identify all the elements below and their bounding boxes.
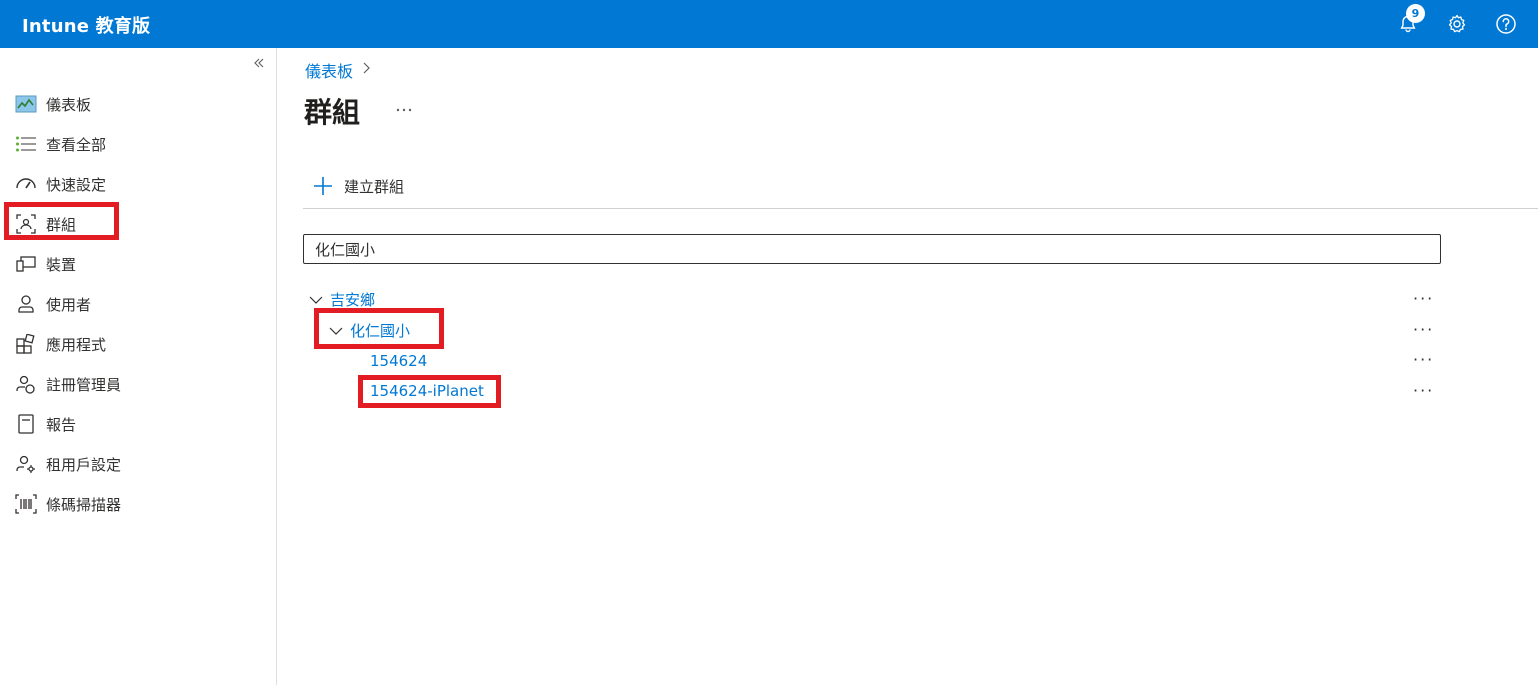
sidebar-item-enrollment-managers[interactable]: 註冊管理員 (14, 371, 254, 397)
create-group-label: 建立群組 (344, 177, 405, 196)
sidebar-item-groups[interactable]: 群組 (14, 211, 254, 237)
group-search-input[interactable] (303, 234, 1441, 264)
tree-node-label[interactable]: 化仁國小 (350, 320, 410, 341)
tenant-settings-icon (14, 452, 38, 476)
sidebar-item-users[interactable]: 使用者 (14, 291, 254, 317)
chevron-down-icon[interactable] (328, 323, 344, 339)
tree-node-label[interactable]: 154624 (370, 352, 427, 370)
tree-node-label[interactable]: 154624-iPlanet (370, 382, 484, 400)
tree-node-label[interactable]: 吉安鄉 (330, 289, 375, 310)
devices-icon (14, 252, 38, 276)
toolbar-divider (303, 208, 1538, 209)
report-icon (14, 412, 38, 436)
sidebar-item-label: 註冊管理員 (46, 375, 122, 394)
tree-node-group-154624-iplanet[interactable]: 154624-iPlanet (370, 382, 484, 400)
page-title: 群組 (304, 96, 361, 129)
sidebar-item-quick-setup[interactable]: 快速設定 (14, 171, 254, 197)
sidebar-item-dashboard[interactable]: 儀表板 (14, 91, 254, 117)
chevron-down-icon[interactable] (308, 292, 324, 308)
sidebar-item-label: 條碼掃描器 (46, 495, 122, 514)
sidebar-item-label: 應用程式 (46, 335, 107, 354)
sidebar-item-view-all[interactable]: 查看全部 (14, 131, 254, 157)
sidebar-item-label: 裝置 (46, 255, 77, 274)
create-group-button[interactable]: 建立群組 (312, 175, 404, 197)
chevron-right-icon (361, 62, 371, 78)
sidebar-item-barcode-scanner[interactable]: 條碼掃描器 (14, 491, 254, 517)
plus-icon (312, 175, 334, 197)
tree-node-group-154624[interactable]: 154624 (370, 352, 427, 370)
sidebar-item-label: 查看全部 (46, 135, 107, 154)
groups-icon (14, 212, 38, 236)
sidebar-item-label: 使用者 (46, 295, 92, 314)
enrollment-manager-icon (14, 372, 38, 396)
user-icon (14, 292, 38, 316)
notification-count-badge: 9 (1406, 4, 1425, 23)
sidebar-item-tenant-settings[interactable]: 租用戶設定 (14, 451, 254, 477)
row-more-options-button[interactable]: ··· (1413, 381, 1434, 400)
list-icon (14, 132, 38, 156)
top-bar: Intune 教育版 9 (0, 0, 1538, 48)
sidebar-item-reports[interactable]: 報告 (14, 411, 254, 437)
sidebar-item-devices[interactable]: 裝置 (14, 251, 254, 277)
sidebar-item-label: 報告 (46, 415, 77, 434)
collapse-sidebar-icon[interactable] (252, 56, 270, 74)
row-more-options-button[interactable]: ··· (1413, 320, 1434, 339)
row-more-options-button[interactable]: ··· (1413, 289, 1434, 308)
sidebar-item-label: 群組 (46, 215, 77, 234)
apps-icon (14, 332, 38, 356)
row-more-options-button[interactable]: ··· (1413, 350, 1434, 369)
sidebar-item-apps[interactable]: 應用程式 (14, 331, 254, 357)
sidebar-item-label: 儀表板 (46, 95, 92, 114)
gauge-icon (14, 172, 38, 196)
title-more-options-button[interactable] (395, 98, 413, 117)
tree-node-township[interactable]: 吉安鄉 (308, 289, 375, 310)
breadcrumb-dashboard-link[interactable]: 儀表板 (305, 58, 353, 82)
sidebar-item-label: 租用戶設定 (46, 455, 122, 474)
app-title: Intune 教育版 (22, 16, 151, 37)
settings-gear-icon[interactable] (1445, 12, 1469, 36)
dashboard-icon (14, 92, 38, 116)
barcode-icon (14, 492, 38, 516)
sidebar-item-label: 快速設定 (46, 175, 107, 194)
help-icon[interactable] (1494, 12, 1518, 36)
tree-node-school[interactable]: 化仁國小 (328, 320, 410, 341)
breadcrumb: 儀表板 (305, 58, 371, 82)
